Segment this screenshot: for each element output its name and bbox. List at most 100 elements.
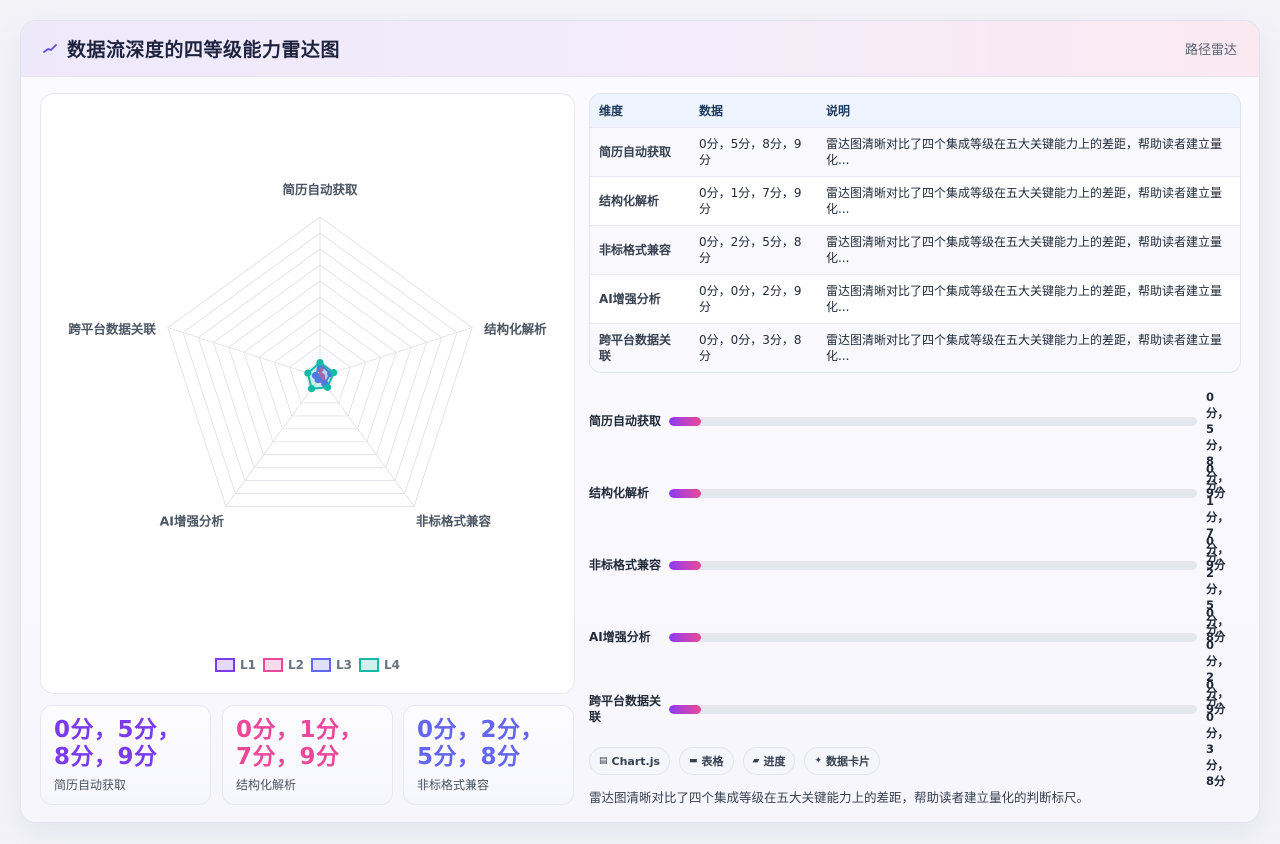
chip-table[interactable]: ▬ 表格 xyxy=(679,747,734,775)
progress-fill xyxy=(669,561,701,570)
dashboard-card: 数据流深度的四等级能力雷达图 路径雷达 简历自动获取 结构化解析 非标格式兼容 AI增… xyxy=(20,20,1260,823)
progress-row: AI增强分析 0分，0分，2分，9分 xyxy=(589,599,1241,716)
progress-row: 简历自动获取 0分，5分，8分，9分 xyxy=(589,383,1241,500)
chip-label: Chart.js xyxy=(611,754,661,768)
progress-list: 简历自动获取 0分，5分，8分，9分 结构化解析 0分，1分，7分，9分 非标格… xyxy=(589,383,1241,788)
legend-label: L1 xyxy=(240,658,256,672)
radar-axis-line xyxy=(167,327,321,378)
legend-swatch xyxy=(215,658,235,672)
progress-row: 跨平台数据关联 0分，0分，3分，8分 xyxy=(589,671,1241,788)
stat-label: 结构化解析 xyxy=(236,778,297,792)
table-cell-data: 0分，0分，2分，9分 xyxy=(699,283,802,314)
table-cell-dimension: 跨平台数据关联 xyxy=(599,332,672,363)
progress-row: 结构化解析 0分，1分，7分，9分 xyxy=(589,455,1241,572)
progress-value: 0分，0分，3分，8分 xyxy=(1206,678,1229,788)
stat-cards: 0分，5分，8分，9分 简历自动获取 0分，1分，7分，9分 结构化解析 0分，… xyxy=(40,705,575,805)
table-cell-description: 雷达图清晰对比了四个集成等级在五大关键能力上的差距，帮助读者建立量化... xyxy=(826,234,1223,265)
legend-label: L4 xyxy=(384,658,400,672)
stat-card: 0分，1分，7分，9分 结构化解析 xyxy=(222,705,393,805)
chip-chartjs[interactable]: ▤ Chart.js xyxy=(589,747,671,775)
column-header: 说明 xyxy=(826,103,851,118)
progress-fill xyxy=(669,633,701,642)
radar-point xyxy=(330,368,338,377)
column-header: 数据 xyxy=(699,103,724,118)
progress-track xyxy=(669,705,1197,714)
table-cell-description: 雷达图清晰对比了四个集成等级在五大关键能力上的差距，帮助读者建立量化... xyxy=(826,185,1223,216)
legend-label: L3 xyxy=(336,658,352,672)
radar-axis-label: AI增强分析 xyxy=(160,513,225,528)
tag-chips: ▤ Chart.js ▬ 表格 ▰ 进度 ✦ 数据卡片 xyxy=(589,747,881,775)
table-cell-dimension: 非标格式兼容 xyxy=(599,242,672,257)
progress-label: 跨平台数据关联 xyxy=(589,694,662,724)
column-header: 维度 xyxy=(599,103,624,118)
radar-point xyxy=(316,359,324,367)
chip-progress[interactable]: ▰ 进度 xyxy=(742,747,796,775)
legend-swatch xyxy=(311,658,331,672)
stat-label: 非标格式兼容 xyxy=(417,778,490,792)
sparkle-icon: ✦ xyxy=(814,756,823,766)
table-cell-dimension: 结构化解析 xyxy=(599,193,660,208)
chart-line-icon xyxy=(43,43,57,53)
radar-axis-label: 跨平台数据关联 xyxy=(68,322,156,337)
chip-label: 表格 xyxy=(701,755,724,768)
data-table: 维度 数据 说明 简历自动获取 0分，5分，8分，9分 雷达图清晰对比了四个集成… xyxy=(589,93,1241,373)
content-area: 简历自动获取 结构化解析 非标格式兼容 AI增强分析 跨平台数据关联 L1 L2 L3 L4 0… xyxy=(21,77,1259,822)
progress-fill xyxy=(669,705,701,714)
progress-track xyxy=(669,633,1197,642)
table-cell-dimension: 简历自动获取 xyxy=(599,144,672,159)
stat-label: 简历自动获取 xyxy=(54,778,127,792)
table-row: 非标格式兼容 0分，2分，5分，8分 雷达图清晰对比了四个集成等级在五大关键能力… xyxy=(590,225,1240,274)
progress-label: AI增强分析 xyxy=(589,630,651,644)
stat-value: 0分，5分，8分，9分 xyxy=(54,717,182,770)
radar-point xyxy=(304,369,312,377)
table-cell-description: 雷达图清晰对比了四个集成等级在五大关键能力上的差距，帮助读者建立量化... xyxy=(826,332,1223,363)
table-cell-data: 0分，5分，8分，9分 xyxy=(699,136,802,167)
progress-icon: ▰ xyxy=(752,756,760,766)
legend-swatch xyxy=(359,658,379,672)
chip-label: 进度 xyxy=(763,755,786,768)
table-cell-data: 0分，2分，5分，8分 xyxy=(699,234,802,265)
radar-axis-label: 结构化解析 xyxy=(484,322,547,337)
table-row: 简历自动获取 0分，5分，8分，9分 雷达图清晰对比了四个集成等级在五大关键能力… xyxy=(590,127,1240,176)
table-row: 跨平台数据关联 0分，0分，3分，8分 雷达图清晰对比了四个集成等级在五大关键能… xyxy=(590,323,1240,372)
radar-axis-label: 非标格式兼容 xyxy=(416,513,492,528)
radar-chart: 简历自动获取结构化解析非标格式兼容 AI增强分析 跨平台数据关联 L1 L2 L3 L4 xyxy=(68,182,547,672)
title-group: 数据流深度的四等级能力雷达图 xyxy=(43,35,340,62)
radar-point xyxy=(323,383,332,391)
table-cell-description: 雷达图清晰对比了四个集成等级在五大关键能力上的差距，帮助读者建立量化... xyxy=(826,136,1223,167)
header-link[interactable]: 路径雷达 xyxy=(1185,39,1237,58)
progress-fill xyxy=(669,489,701,498)
stat-card: 0分，5分，8分，9分 简历自动获取 xyxy=(40,705,211,805)
table-cell-data: 0分，0分，3分，8分 xyxy=(699,332,802,363)
legend-label: L2 xyxy=(288,658,304,672)
table-cell-data: 0分，1分，7分，9分 xyxy=(699,185,802,216)
table-cell-description: 雷达图清晰对比了四个集成等级在五大关键能力上的差距，帮助读者建立量化... xyxy=(826,283,1223,314)
progress-label: 结构化解析 xyxy=(589,486,650,500)
chart-icon: ▤ xyxy=(599,756,608,766)
progress-track xyxy=(669,561,1197,570)
progress-row: 非标格式兼容 0分，2分，5分，8分 xyxy=(589,527,1241,644)
table-icon: ▬ xyxy=(689,756,698,766)
stat-value: 0分，1分，7分，9分 xyxy=(236,717,364,770)
stat-value: 0分，2分，5分，8分 xyxy=(417,717,545,770)
radar-axis-line xyxy=(319,327,473,378)
chip-label: 数据卡片 xyxy=(826,755,871,768)
footer-description: 雷达图清晰对比了四个集成等级在五大关键能力上的差距，帮助读者建立量化的判断标尺。 xyxy=(589,790,1090,805)
header: 数据流深度的四等级能力雷达图 路径雷达 xyxy=(21,21,1259,77)
stat-card: 0分，2分，5分，8分 非标格式兼容 xyxy=(403,705,574,805)
radar-point xyxy=(307,385,316,393)
table-row: AI增强分析 0分，0分，2分，9分 雷达图清晰对比了四个集成等级在五大关键能力… xyxy=(590,274,1240,323)
progress-fill xyxy=(669,417,701,426)
table-cell-dimension: AI增强分析 xyxy=(599,291,661,306)
radar-axis-label: 简历自动获取 xyxy=(282,182,358,197)
progress-track xyxy=(669,417,1197,426)
table-header-row: 维度 数据 说明 xyxy=(590,94,1240,127)
page-title: 数据流深度的四等级能力雷达图 xyxy=(67,39,341,61)
table-row: 结构化解析 0分，1分，7分，9分 雷达图清晰对比了四个集成等级在五大关键能力上… xyxy=(590,176,1240,225)
legend-swatch xyxy=(263,658,283,672)
progress-track xyxy=(669,489,1197,498)
progress-label: 非标格式兼容 xyxy=(589,558,662,572)
chip-data-card[interactable]: ✦ 数据卡片 xyxy=(804,747,881,775)
progress-label: 简历自动获取 xyxy=(589,414,662,428)
radar-chart-panel: 简历自动获取结构化解析非标格式兼容 AI增强分析 跨平台数据关联 L1 L2 L3 L4 xyxy=(40,93,575,694)
